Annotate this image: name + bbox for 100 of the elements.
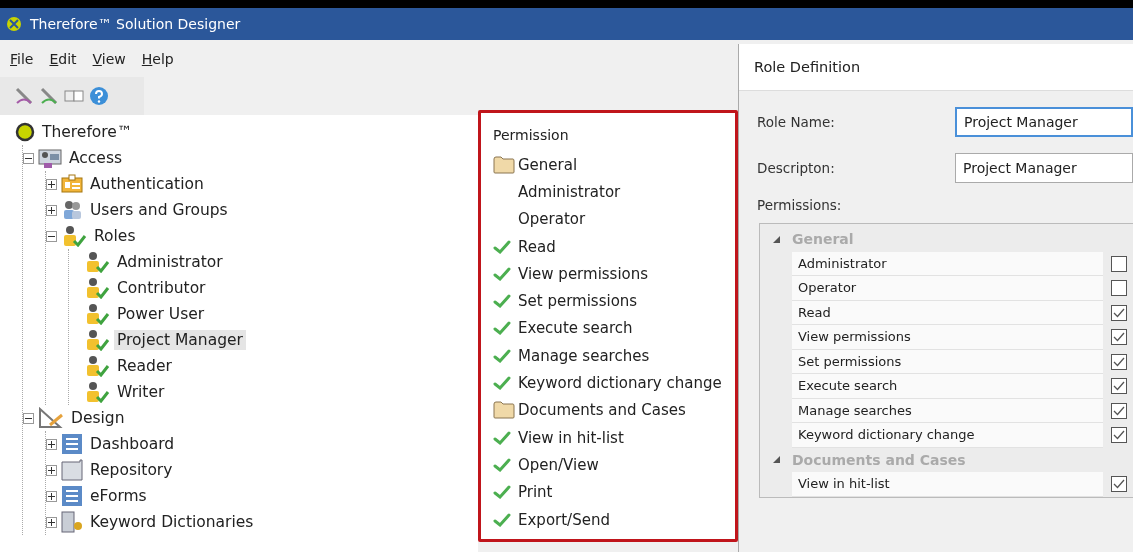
user-check-icon bbox=[84, 329, 110, 351]
collapse-icon[interactable] bbox=[772, 235, 780, 243]
checkbox[interactable] bbox=[1111, 280, 1127, 297]
permission-label: View in hit-list bbox=[792, 472, 1103, 497]
expand-icon[interactable] bbox=[46, 516, 57, 528]
wand-icon[interactable] bbox=[14, 86, 34, 106]
permission-label: Open/View bbox=[518, 455, 599, 474]
collapse-icon[interactable] bbox=[772, 456, 780, 464]
user-check-icon bbox=[84, 303, 110, 325]
permission-label: Execute search bbox=[792, 374, 1103, 399]
permission-label: Manage searches bbox=[518, 346, 650, 365]
tree-item[interactable]: Dashboard bbox=[87, 434, 178, 454]
checkbox[interactable] bbox=[1111, 329, 1127, 346]
tree-item[interactable]: Writer bbox=[114, 382, 168, 402]
tree-item[interactable]: eForms bbox=[87, 486, 150, 506]
expand-icon[interactable] bbox=[46, 178, 57, 190]
user-check-icon bbox=[84, 381, 110, 403]
check-icon bbox=[493, 321, 511, 336]
checkbox[interactable] bbox=[1111, 402, 1127, 419]
book-key-icon bbox=[61, 511, 83, 533]
checkbox[interactable] bbox=[1111, 255, 1127, 272]
permission-label: Keyword dictionary change bbox=[792, 423, 1103, 448]
check-icon bbox=[493, 294, 511, 309]
checkbox[interactable] bbox=[1111, 427, 1127, 444]
app-logo-icon bbox=[6, 16, 22, 32]
permission-label: Set permissions bbox=[792, 349, 1103, 374]
check-icon bbox=[493, 485, 511, 500]
menu-item[interactable]: File bbox=[10, 50, 34, 67]
tree-item[interactable]: Authentication bbox=[87, 174, 207, 194]
tree-item[interactable]: Roles bbox=[91, 226, 139, 246]
permission-label: Set permissions bbox=[518, 292, 638, 311]
tree-item[interactable]: Reader bbox=[114, 356, 175, 376]
expand-icon[interactable] bbox=[46, 464, 57, 476]
expand-icon[interactable] bbox=[46, 204, 57, 216]
field-label: Permissions: bbox=[756, 196, 843, 215]
group-header: Documents and Cases bbox=[792, 451, 966, 468]
tree-item[interactable]: Users and Groups bbox=[87, 200, 231, 220]
panel-title: Role Definition bbox=[739, 44, 1133, 91]
permission-label: Keyword dictionary change bbox=[518, 374, 722, 392]
checkbox[interactable] bbox=[1111, 378, 1127, 395]
collapse-icon[interactable] bbox=[23, 412, 34, 424]
collapse-icon[interactable] bbox=[23, 152, 34, 164]
panel-title: Permission bbox=[493, 127, 570, 143]
permission-label: Administrator bbox=[792, 251, 1103, 276]
check-icon bbox=[493, 266, 511, 281]
tree-item[interactable]: Contributor bbox=[114, 278, 209, 298]
window-title: Therefore™ Solution Designer bbox=[30, 16, 241, 32]
text-field[interactable]: Project Manager bbox=[955, 153, 1133, 183]
user-check-icon bbox=[84, 251, 110, 273]
wand-icon[interactable] bbox=[39, 86, 59, 106]
field-label: Descripton: bbox=[757, 160, 836, 176]
tree-item[interactable]: Administrator bbox=[114, 252, 226, 272]
permission-label: Read bbox=[518, 237, 556, 256]
check-icon bbox=[493, 239, 511, 254]
permission-label: Manage searches bbox=[792, 398, 1103, 423]
group-header: General bbox=[792, 231, 854, 248]
permission-label: Export/Send bbox=[518, 510, 610, 529]
user-check-icon bbox=[84, 277, 110, 299]
menu-item[interactable]: Help bbox=[141, 50, 174, 67]
check-icon bbox=[493, 430, 511, 445]
menu-item[interactable]: Edit bbox=[49, 50, 77, 67]
permission-label: Operator bbox=[792, 276, 1103, 301]
list-icon bbox=[61, 485, 83, 507]
text-field[interactable]: Project Manager bbox=[955, 107, 1133, 137]
permission-label: View in hit-list bbox=[518, 428, 624, 447]
circle-icon bbox=[15, 122, 35, 142]
permission-label: View permissions bbox=[792, 325, 1103, 350]
check-icon bbox=[493, 512, 511, 527]
checkbox[interactable] bbox=[1111, 476, 1127, 493]
expand-icon[interactable] bbox=[46, 438, 57, 450]
user-check-icon bbox=[84, 355, 110, 377]
permission-label: Print bbox=[518, 483, 553, 502]
checkbox[interactable] bbox=[1111, 304, 1127, 321]
group-label: General bbox=[518, 155, 578, 174]
permission-label: Read bbox=[792, 300, 1103, 325]
permission-label: View permissions bbox=[518, 264, 649, 283]
tree-item[interactable]: Repository bbox=[87, 460, 176, 480]
group-label: Documents and Cases bbox=[518, 401, 686, 420]
field-label: Role Name: bbox=[757, 114, 836, 130]
permission-label: Operator bbox=[518, 210, 586, 229]
permission-label: Administrator bbox=[518, 182, 621, 201]
expand-icon[interactable] bbox=[46, 490, 57, 502]
tree-item[interactable]: Access bbox=[66, 148, 126, 168]
list-icon bbox=[61, 433, 83, 455]
user-check-icon bbox=[61, 225, 87, 247]
checkbox[interactable] bbox=[1111, 353, 1127, 370]
id-card-icon bbox=[38, 147, 62, 169]
check-icon bbox=[493, 348, 511, 363]
collapse-icon[interactable] bbox=[46, 230, 57, 242]
check-icon bbox=[493, 457, 511, 472]
tree-item[interactable]: Power User bbox=[114, 304, 208, 324]
tree-item[interactable]: Project Manager bbox=[114, 330, 246, 350]
menu-item[interactable]: View bbox=[92, 50, 126, 67]
check-icon bbox=[493, 376, 511, 390]
id-card-icon bbox=[61, 174, 83, 194]
tree-item[interactable]: Therefore™ bbox=[39, 122, 136, 142]
tree-item[interactable]: Design bbox=[68, 408, 128, 428]
permission-label: Execute search bbox=[518, 319, 633, 338]
help-icon[interactable] bbox=[89, 86, 109, 106]
tree-item[interactable]: Keyword Dictionaries bbox=[87, 512, 257, 532]
